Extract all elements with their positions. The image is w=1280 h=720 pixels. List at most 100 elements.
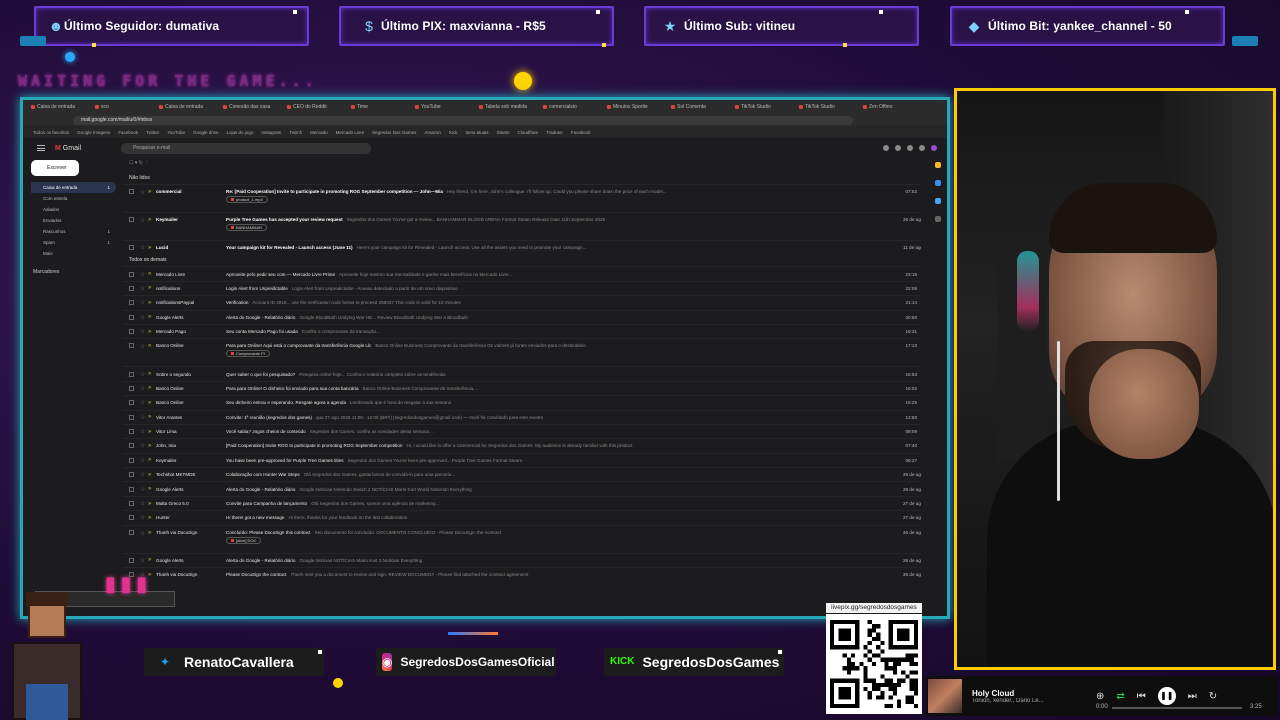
- bookmark-item[interactable]: YouTube: [167, 130, 185, 135]
- bookmark-item[interactable]: Segredos Dos Games: [372, 130, 416, 135]
- checkbox[interactable]: [129, 457, 134, 463]
- browser-tab[interactable]: Sol Comenta: [669, 102, 731, 112]
- email-row[interactable]: ☆» Banco Online Para para Online! Aqui est…: [123, 338, 921, 366]
- email-row[interactable]: ☆» Hunter Hi there! got a new message Hi th…: [123, 510, 921, 524]
- section-unread[interactable]: Não lidos: [123, 172, 921, 184]
- progress-bar[interactable]: [1112, 707, 1242, 709]
- contacts-icon[interactable]: [935, 198, 941, 204]
- email-row[interactable]: ☆» Mercado Pago Seu conta Mercado Pago foi…: [123, 323, 921, 338]
- checkbox[interactable]: [129, 329, 134, 335]
- checkbox[interactable]: [129, 472, 134, 478]
- checkbox[interactable]: [129, 343, 134, 349]
- browser-tab[interactable]: sco: [93, 102, 155, 112]
- star-icon[interactable]: ☆: [140, 328, 148, 335]
- star-icon[interactable]: ☆: [140, 486, 148, 493]
- star-icon[interactable]: ☆: [140, 271, 148, 278]
- browser-tab[interactable]: TikTok Studio: [733, 102, 795, 112]
- bookmark-item[interactable]: Twitch: [289, 130, 302, 135]
- sidebar-item[interactable]: Spam 1: [31, 237, 116, 248]
- browser-tab[interactable]: Zen Offers: [861, 102, 923, 112]
- important-icon[interactable]: »: [148, 486, 156, 492]
- email-row[interactable]: ☆» Google Alerts Alerta do Google - Relató…: [123, 309, 921, 324]
- star-icon[interactable]: ☆: [140, 314, 148, 321]
- important-icon[interactable]: »: [148, 515, 156, 521]
- star-icon[interactable]: ☆: [140, 442, 148, 449]
- bookmark-item[interactable]: Google drive: [193, 130, 219, 135]
- gmail-logo[interactable]: M Gmail: [55, 145, 81, 152]
- star-icon[interactable]: ☆: [140, 244, 148, 251]
- attachment-chip[interactable]: [alive] DOC: [226, 536, 262, 544]
- checkbox[interactable]: [129, 515, 134, 521]
- star-icon[interactable]: ☆: [140, 371, 148, 378]
- bookmark-item[interactable]: Lojas do jogo: [227, 130, 254, 135]
- browser-tab[interactable]: CEO do Reddit: [285, 102, 347, 112]
- star-icon[interactable]: ☆: [140, 189, 148, 196]
- checkbox[interactable]: [129, 443, 134, 449]
- star-icon[interactable]: ☆: [140, 399, 148, 406]
- star-icon[interactable]: ☆: [140, 414, 148, 421]
- search-input[interactable]: Pesquisar e-mail: [121, 142, 372, 154]
- sidebar-item[interactable]: Rascunhos 1: [31, 226, 116, 237]
- next-icon[interactable]: ⏭: [1188, 691, 1197, 702]
- email-row[interactable]: ☆» Thanh via DocuSign Please DocuSign the …: [123, 567, 921, 581]
- star-icon[interactable]: ☆: [140, 428, 148, 435]
- email-row[interactable]: ☆» Lucid Your campaign kit for Revealed - …: [123, 240, 921, 254]
- email-row[interactable]: ☆» Vitor Arantes Convite: 1ª reunião (segr…: [123, 409, 921, 424]
- attachment-chip[interactable]: product_1.mp4: [226, 196, 268, 203]
- sidebar-item[interactable]: Adiados: [31, 204, 116, 215]
- apps-icon[interactable]: [919, 145, 925, 151]
- browser-tab[interactable]: TikTok Studio: [797, 102, 859, 112]
- browser-tab[interactable]: Tabela sob medida: [477, 102, 539, 112]
- checkbox[interactable]: [129, 429, 134, 435]
- checkbox[interactable]: [129, 414, 134, 420]
- important-icon[interactable]: »: [148, 429, 156, 435]
- important-icon[interactable]: »: [148, 385, 156, 391]
- section-all[interactable]: Todos os demais: [123, 254, 921, 266]
- star-icon[interactable]: ☆: [140, 514, 148, 521]
- email-row[interactable]: ☆» Vitor Lima Você sabia? Jogos cheios de …: [123, 423, 921, 438]
- previous-icon[interactable]: ⏮: [1137, 691, 1146, 702]
- important-icon[interactable]: »: [148, 530, 156, 536]
- shuffle-icon[interactable]: ⇄: [1116, 691, 1124, 702]
- bookmark-item[interactable]: Mercado: [310, 130, 328, 135]
- browser-tab[interactable]: Conexão das casa: [221, 102, 283, 112]
- bookmark-item[interactable]: Todos os favoritos: [33, 130, 69, 135]
- bookmark-item[interactable]: Kick: [449, 130, 458, 135]
- email-row[interactable]: ☆» notificationsPaypal Verification Account…: [123, 295, 921, 309]
- bookmark-item[interactable]: Twitter: [146, 130, 159, 135]
- email-row[interactable]: ☆» John, mia [Paid Cooperation] Invite ROG…: [123, 438, 921, 452]
- avatar[interactable]: [931, 145, 937, 151]
- browser-tab[interactable]: Minutos Sportie: [605, 102, 667, 112]
- tasks-icon[interactable]: [935, 180, 941, 186]
- important-icon[interactable]: »: [148, 400, 156, 406]
- bookmark-item[interactable]: Itens atuais: [465, 130, 488, 135]
- browser-tab[interactable]: comercialsio: [541, 102, 603, 112]
- sidebar-item[interactable]: Enviados: [31, 215, 116, 226]
- email-row[interactable]: ☆» Thanh via DocuSign Concluído: Please Do…: [123, 524, 921, 553]
- important-icon[interactable]: »: [148, 443, 156, 449]
- important-icon[interactable]: »: [148, 189, 156, 195]
- url-text[interactable]: mail.google.com/mail/u/0/#inbox: [73, 115, 853, 125]
- email-row[interactable]: ☆» Google Alerts Alerta do Google - Relató…: [123, 552, 921, 567]
- important-icon[interactable]: »: [148, 501, 156, 507]
- star-icon[interactable]: ☆: [140, 299, 148, 306]
- keep-icon[interactable]: [935, 162, 941, 168]
- email-row[interactable]: ☆» Google Alerts Alerta do Google - Relató…: [123, 481, 921, 495]
- attachment-chip[interactable]: Comprovante PI: [226, 350, 270, 358]
- star-icon[interactable]: ☆: [140, 385, 148, 392]
- checkbox[interactable]: [129, 400, 134, 406]
- checkbox[interactable]: [129, 300, 134, 306]
- bookmark-item[interactable]: Facebook: [118, 130, 138, 135]
- important-icon[interactable]: »: [148, 371, 156, 377]
- checkbox[interactable]: [129, 371, 134, 377]
- bookmark-item[interactable]: Cloudflare: [517, 130, 538, 135]
- email-row[interactable]: ☆» Keymailer You have been pre-approved fo…: [123, 452, 921, 467]
- menu-icon[interactable]: [37, 145, 45, 151]
- bookmark-item[interactable]: Mercado Livre: [336, 130, 365, 135]
- bookmark-item[interactable]: Google Imagens: [77, 130, 110, 135]
- compose-button[interactable]: Escrever: [31, 160, 79, 176]
- bookmark-item[interactable]: Instagram: [261, 130, 281, 135]
- checkbox[interactable]: [129, 189, 134, 194]
- star-icon[interactable]: ☆: [140, 343, 148, 350]
- checkbox[interactable]: [129, 486, 134, 492]
